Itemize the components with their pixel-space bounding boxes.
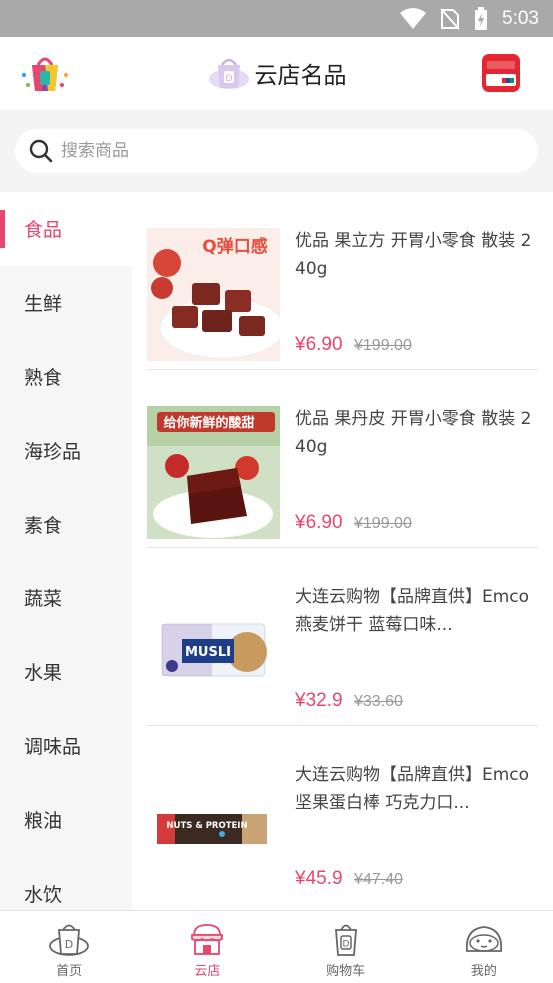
- clock: 5:03: [502, 7, 539, 29]
- home-bag-icon: D: [49, 924, 90, 956]
- category-label: 熟食: [24, 366, 63, 389]
- product-price: ¥6.90: [295, 334, 343, 355]
- category-item-vegetarian[interactable]: 素食: [0, 487, 132, 561]
- category-item-fruit[interactable]: 水果: [0, 635, 132, 709]
- svg-text:给你新鲜的酸甜: 给你新鲜的酸甜: [163, 415, 254, 431]
- product-item[interactable]: NUTS & PROTEIN 大连云购物【品牌直供】Emco 坚果蛋白棒 巧克力…: [132, 726, 553, 904]
- svg-text:MUSLI: MUSLI: [185, 645, 231, 660]
- search-box[interactable]: [15, 129, 538, 173]
- category-label: 生鲜: [24, 293, 63, 316]
- product-item[interactable]: 给你新鲜的酸甜 优品 果丹皮 开胃小零食 散装 240g ¥6.90 ¥199.…: [132, 370, 553, 548]
- bottom-tab-bar: D 首页 云店 D 购物车 我的: [0, 910, 553, 983]
- product-image[interactable]: Q弹口感: [147, 228, 280, 361]
- product-image[interactable]: NUTS & PROTEIN: [147, 762, 280, 895]
- search-input[interactable]: [61, 141, 461, 161]
- product-price: ¥32.9: [295, 690, 343, 711]
- battery-charging-icon: [475, 6, 488, 30]
- svg-text:NUTS & PROTEIN: NUTS & PROTEIN: [166, 821, 247, 831]
- category-label: 食品: [24, 219, 63, 242]
- product-original-price: ¥33.60: [354, 693, 403, 710]
- product-name[interactable]: 大连云购物【品牌直供】Emco 燕麦饼干 蓝莓口味...: [295, 583, 539, 639]
- tab-label: 购物车: [326, 964, 366, 979]
- category-label: 素食: [24, 514, 63, 537]
- category-item-deli[interactable]: 熟食: [0, 340, 132, 414]
- product-item[interactable]: Q弹口感 优品 果立方 开胃小零食 散装 240g ¥6.90 ¥199.00: [132, 192, 553, 370]
- tab-label: 首页: [56, 964, 83, 979]
- cart-bag-icon: D: [334, 924, 357, 956]
- store-icon: [191, 924, 224, 955]
- category-label: 海珍品: [24, 440, 82, 463]
- product-price: ¥45.9: [295, 868, 343, 889]
- tab-profile[interactable]: 我的: [415, 911, 553, 983]
- tab-home[interactable]: D 首页: [0, 911, 138, 983]
- svg-text:D: D: [225, 74, 232, 84]
- product-price: ¥6.90: [295, 512, 343, 533]
- tab-label: 云店: [194, 964, 221, 979]
- profile-face-icon: [465, 926, 502, 952]
- product-original-price: ¥199.00: [354, 337, 412, 354]
- category-item-vegetables[interactable]: 蔬菜: [0, 561, 132, 635]
- product-item[interactable]: MUSLI 大连云购物【品牌直供】Emco 燕麦饼干 蓝莓口味... ¥32.9…: [132, 548, 553, 726]
- product-name[interactable]: 大连云购物【品牌直供】Emco 坚果蛋白棒 巧克力口...: [295, 761, 539, 817]
- status-bar: 5:03: [0, 0, 553, 37]
- no-sim-icon: [440, 7, 460, 30]
- product-name[interactable]: 优品 果丹皮 开胃小零食 散装 240g: [295, 405, 539, 461]
- product-image[interactable]: MUSLI: [147, 584, 280, 717]
- category-label: 调味品: [24, 735, 82, 758]
- category-item-food[interactable]: 食品: [0, 192, 132, 266]
- tab-label: 我的: [470, 964, 497, 979]
- category-item-drinks[interactable]: 水饮: [0, 856, 132, 910]
- category-item-seafood[interactable]: 海珍品: [0, 413, 132, 487]
- category-label: 水饮: [24, 883, 63, 906]
- category-label: 粮油: [24, 809, 63, 832]
- category-sidebar: 食品 生鲜 熟食 海珍品 素食 蔬菜 水果 调味品 粮油 水饮: [0, 192, 132, 910]
- search-icon: [29, 139, 53, 163]
- product-image[interactable]: 给你新鲜的酸甜: [147, 406, 280, 539]
- header-title: D 云店名品: [0, 51, 553, 95]
- svg-text:Q弹口感: Q弹口感: [202, 236, 267, 257]
- product-name[interactable]: 优品 果立方 开胃小零食 散装 240g: [295, 227, 539, 283]
- category-item-grain-oil[interactable]: 粮油: [0, 782, 132, 856]
- product-list: Q弹口感 优品 果立方 开胃小零食 散装 240g ¥6.90 ¥199.00 …: [132, 192, 553, 910]
- svg-text:D: D: [65, 938, 73, 951]
- unionpay-icon[interactable]: [482, 54, 520, 92]
- wifi-icon: [400, 7, 427, 29]
- category-item-seasoning[interactable]: 调味品: [0, 709, 132, 783]
- tab-cart[interactable]: D 购物车: [277, 911, 415, 983]
- tab-store[interactable]: 云店: [138, 911, 276, 983]
- store-bag-icon: D: [208, 58, 249, 89]
- product-original-price: ¥47.40: [354, 871, 403, 888]
- page-title: 云店名品: [254, 63, 347, 89]
- search-bar-container: [0, 110, 553, 192]
- category-item-fresh[interactable]: 生鲜: [0, 266, 132, 340]
- product-original-price: ¥199.00: [354, 515, 412, 532]
- category-label: 蔬菜: [24, 588, 63, 611]
- svg-text:D: D: [342, 940, 349, 950]
- category-label: 水果: [24, 662, 63, 685]
- app-header: D 云店名品: [0, 37, 553, 110]
